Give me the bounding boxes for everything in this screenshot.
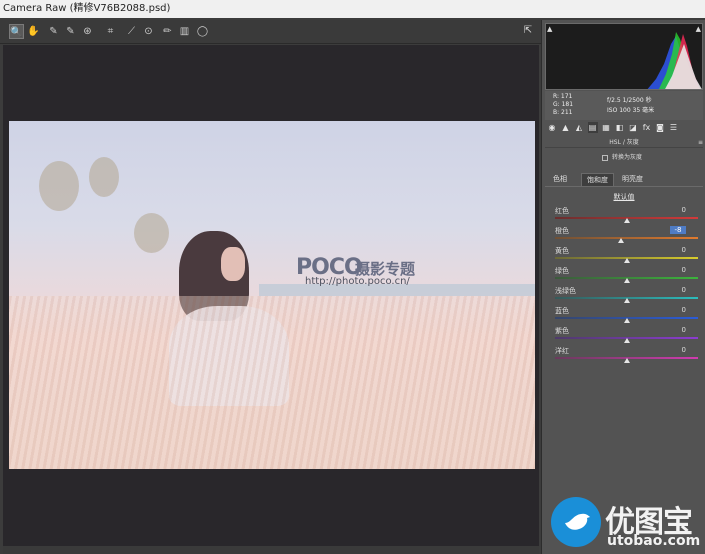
graduated-filter-tool[interactable]: ▥	[177, 24, 192, 39]
hsl-subtabs: 色相 饱和度 明亮度	[545, 171, 703, 187]
presets-tab-icon[interactable]: ☰	[669, 122, 679, 133]
adjustment-brush-tool[interactable]: ✏	[160, 24, 175, 39]
slider-value-field[interactable]: 0	[670, 306, 686, 314]
slider-value-field[interactable]: 0	[670, 266, 686, 274]
photo-tree	[134, 213, 169, 253]
detail-tab-icon[interactable]: ◭	[574, 122, 584, 133]
bird-icon	[565, 513, 590, 530]
histogram-graph	[647, 32, 702, 89]
panel-menu-icon[interactable]: ≡	[698, 137, 703, 148]
basic-tab-icon[interactable]: ◉	[547, 122, 557, 133]
slider-value-field[interactable]: -8	[670, 226, 686, 234]
white-balance-tool[interactable]: ✎	[46, 24, 61, 39]
default-link[interactable]: 默认值	[545, 192, 703, 202]
aperture-shutter: f/2.5 1/2500 秒	[607, 97, 652, 104]
slider-row: 绿色 0	[555, 266, 700, 286]
status-bar	[3, 546, 539, 554]
slider-label: 蓝色	[555, 307, 569, 315]
slider-thumb[interactable]	[623, 278, 630, 283]
tone-curve-tab-icon[interactable]: ▲	[561, 122, 571, 133]
photo-tree	[89, 157, 119, 197]
slider-label: 红色	[555, 207, 569, 215]
photo-tree	[39, 161, 79, 211]
slider-thumb[interactable]	[617, 238, 624, 243]
slider-thumb[interactable]	[623, 318, 630, 323]
effects-tab-icon[interactable]: ◪	[628, 122, 638, 133]
iso-focal-length: ISO 100 35 毫米	[607, 107, 655, 114]
badge-domain: utobao.com	[607, 533, 701, 549]
slider-thumb[interactable]	[623, 258, 630, 263]
zoom-tool[interactable]: 🔍	[9, 24, 24, 39]
subtab-0[interactable]: 色相	[548, 173, 572, 186]
slider-thumb[interactable]	[623, 358, 630, 363]
camera-calibration-tab-icon[interactable]: ◙	[655, 122, 665, 133]
slider-value-field[interactable]: 0	[670, 326, 686, 334]
exif-readout: f/2.5 1/2500 秒 ISO 100 35 毫米	[607, 96, 654, 116]
slider-thumb[interactable]	[623, 218, 630, 223]
crop-tool[interactable]: ⌗	[103, 24, 118, 39]
slider-row: 洋红 0	[555, 346, 700, 366]
section-header: HSL / 灰度 ≡	[545, 137, 703, 148]
slider-row: 蓝色 0	[555, 306, 700, 326]
split-toning-tab-icon[interactable]: ▦	[601, 122, 611, 133]
slider-thumb[interactable]	[623, 298, 630, 303]
red-value: R: 171	[553, 93, 573, 100]
hsl-tab-icon[interactable]: ▤	[587, 122, 598, 133]
window-title-bar: Camera Raw (精修V76B2088.psd)	[0, 0, 705, 18]
radial-filter-tool[interactable]: ◯	[195, 24, 210, 39]
slider-label: 橙色	[555, 227, 569, 235]
photo[interactable]: POCO 摄影专题 http://photo.poco.cn/	[9, 121, 535, 469]
panel-tabs: ◉ ▲ ◭ ▤ ▦ ◧ ◪ fx ◙ ☰	[545, 122, 703, 135]
slider-label: 浅绿色	[555, 287, 576, 295]
site-badge: 优图宝 utobao.com	[547, 495, 705, 551]
slider-label: 黄色	[555, 247, 569, 255]
slider-thumb[interactable]	[623, 338, 630, 343]
slider-row: 黄色 0	[555, 246, 700, 266]
slider-track[interactable]	[555, 237, 698, 239]
image-preview[interactable]: POCO 摄影专题 http://photo.poco.cn/	[3, 45, 539, 546]
checkbox-box[interactable]	[602, 154, 608, 161]
green-value: G: 181	[553, 101, 574, 108]
photo-figure-face	[221, 247, 245, 281]
histogram: ▲ ▲	[545, 23, 703, 90]
fx-tab-icon[interactable]: fx	[642, 122, 652, 133]
spot-removal-tool[interactable]: ⊙	[141, 24, 156, 39]
fullscreen-toggle-icon[interactable]: ⇱	[521, 24, 535, 38]
hand-tool[interactable]: ✋	[26, 24, 41, 39]
pixel-info: R: 171 G: 181 B: 211 f/2.5 1/2500 秒 ISO …	[545, 91, 703, 120]
window-title: Camera Raw (精修V76B2088.psd)	[3, 3, 171, 14]
watermark-url: http://photo.poco.cn/	[305, 276, 410, 287]
convert-grayscale-label: 转换为灰度	[612, 154, 643, 161]
slider-row: 红色 0	[555, 206, 700, 226]
slider-value-field[interactable]: 0	[670, 206, 686, 214]
straighten-tool[interactable]: ⟋	[124, 24, 139, 39]
section-title: HSL / 灰度	[609, 139, 639, 146]
slider-row: 浅绿色 0	[555, 286, 700, 306]
tool-bar: 🔍 ✋ ✎ ✎ ⊛ ⌗ ⟋ ⊙ ✏ ▥ ◯ ⇱	[0, 20, 541, 44]
slider-row: 紫色 0	[555, 326, 700, 346]
subtab-1[interactable]: 饱和度	[581, 173, 614, 186]
targeted-adjustment-tool[interactable]: ⊛	[80, 24, 95, 39]
rgb-readout: R: 171 G: 181 B: 211	[553, 93, 573, 117]
slider-label: 洋红	[555, 347, 569, 355]
blue-value: B: 211	[553, 109, 573, 116]
slider-row: 橙色 -8	[555, 226, 700, 246]
slider-value-field[interactable]: 0	[670, 346, 686, 354]
adjustment-panel: ▲ ▲ R: 171 G: 181 B: 211 f/2.5 1/2500 秒 …	[541, 20, 705, 554]
subtab-2[interactable]: 明亮度	[617, 173, 648, 186]
slider-label: 绿色	[555, 267, 569, 275]
convert-grayscale-checkbox[interactable]: 转换为灰度	[602, 153, 702, 163]
photo-grass	[9, 296, 535, 469]
lens-corrections-tab-icon[interactable]: ◧	[615, 122, 625, 133]
slider-value-field[interactable]: 0	[670, 246, 686, 254]
slider-label: 紫色	[555, 327, 569, 335]
slider-value-field[interactable]: 0	[670, 286, 686, 294]
color-sampler-tool[interactable]: ✎	[63, 24, 78, 39]
